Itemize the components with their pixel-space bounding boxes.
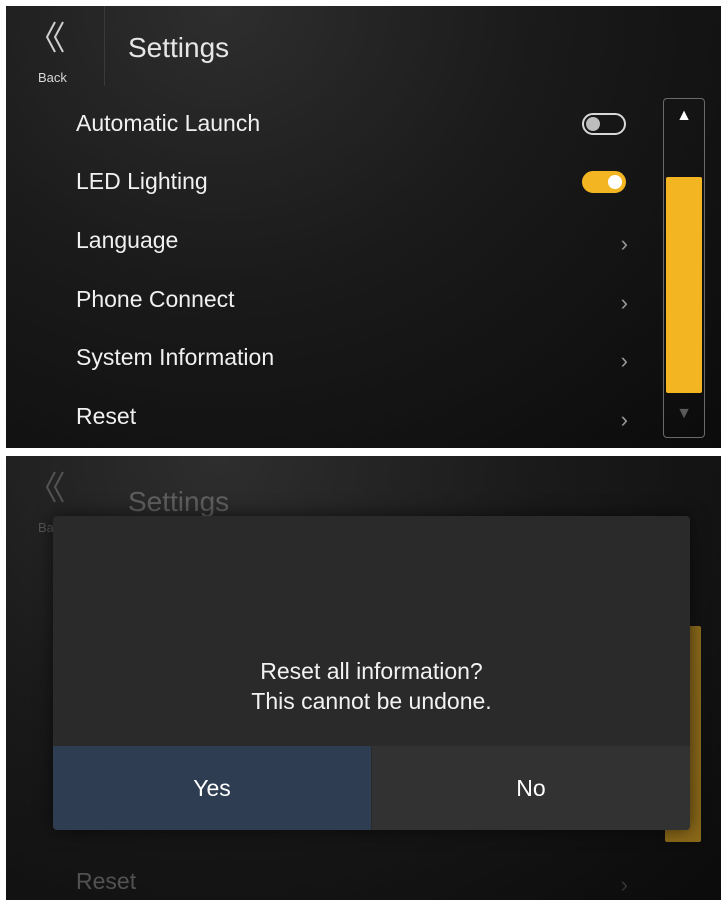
- header-divider: [104, 6, 105, 86]
- chevron-right-icon: ›: [620, 290, 628, 315]
- header-bar: Back Settings: [6, 6, 721, 90]
- scrollbar[interactable]: ▲ ▼: [663, 98, 705, 438]
- page-title: Settings: [128, 32, 230, 63]
- setting-label: LED Lighting: [76, 168, 208, 194]
- chevron-right-icon: ›: [620, 348, 628, 373]
- setting-row-phone-connect[interactable]: Phone Connect ›: [6, 272, 646, 330]
- setting-label: Language: [76, 227, 179, 253]
- scroll-up-icon[interactable]: ▲: [664, 107, 704, 127]
- setting-row-reset-dimmed: Reset ›: [6, 854, 646, 900]
- chevron-right-icon: ›: [620, 407, 628, 432]
- setting-row-reset[interactable]: Reset ›: [6, 389, 646, 447]
- setting-row-language[interactable]: Language ›: [6, 213, 646, 271]
- setting-row-system-information[interactable]: System Information ›: [6, 330, 646, 388]
- setting-label: Phone Connect: [76, 286, 235, 312]
- scroll-thumb[interactable]: [666, 177, 702, 393]
- settings-screen: Back Settings Automatic Launch LED Light…: [6, 6, 721, 448]
- back-label: Back: [38, 70, 67, 85]
- dialog-message-line1: Reset all information?: [260, 658, 483, 684]
- setting-label: System Information: [76, 344, 275, 370]
- dialog-message-line2: This cannot be undone.: [251, 688, 492, 714]
- back-button[interactable]: Back: [26, 14, 86, 86]
- chevron-right-icon: ›: [620, 231, 628, 256]
- double-chevron-left-icon: [45, 21, 64, 53]
- yes-button[interactable]: Yes: [53, 746, 371, 830]
- toggle-knob: [586, 117, 600, 131]
- reset-confirm-dialog: Reset all information? This cannot be un…: [53, 516, 690, 830]
- reset-dialog-screen: Back Settings Reset › Reset all informat…: [6, 456, 721, 900]
- toggle-knob: [608, 175, 622, 189]
- chevron-right-icon: ›: [620, 872, 628, 897]
- led-lighting-toggle[interactable]: [582, 171, 626, 193]
- setting-row-automatic-launch[interactable]: Automatic Launch: [6, 96, 646, 154]
- setting-label: Reset: [76, 403, 137, 429]
- page-title-dimmed: Settings: [128, 486, 230, 517]
- dialog-message: Reset all information? This cannot be un…: [53, 656, 690, 716]
- setting-row-led-lighting[interactable]: LED Lighting: [6, 154, 646, 212]
- double-chevron-left-icon: [45, 471, 64, 503]
- scroll-down-icon[interactable]: ▼: [664, 405, 704, 425]
- setting-label: Automatic Launch: [76, 110, 261, 136]
- setting-label: Reset: [76, 868, 137, 894]
- automatic-launch-toggle[interactable]: [582, 113, 626, 135]
- no-button[interactable]: No: [372, 746, 690, 830]
